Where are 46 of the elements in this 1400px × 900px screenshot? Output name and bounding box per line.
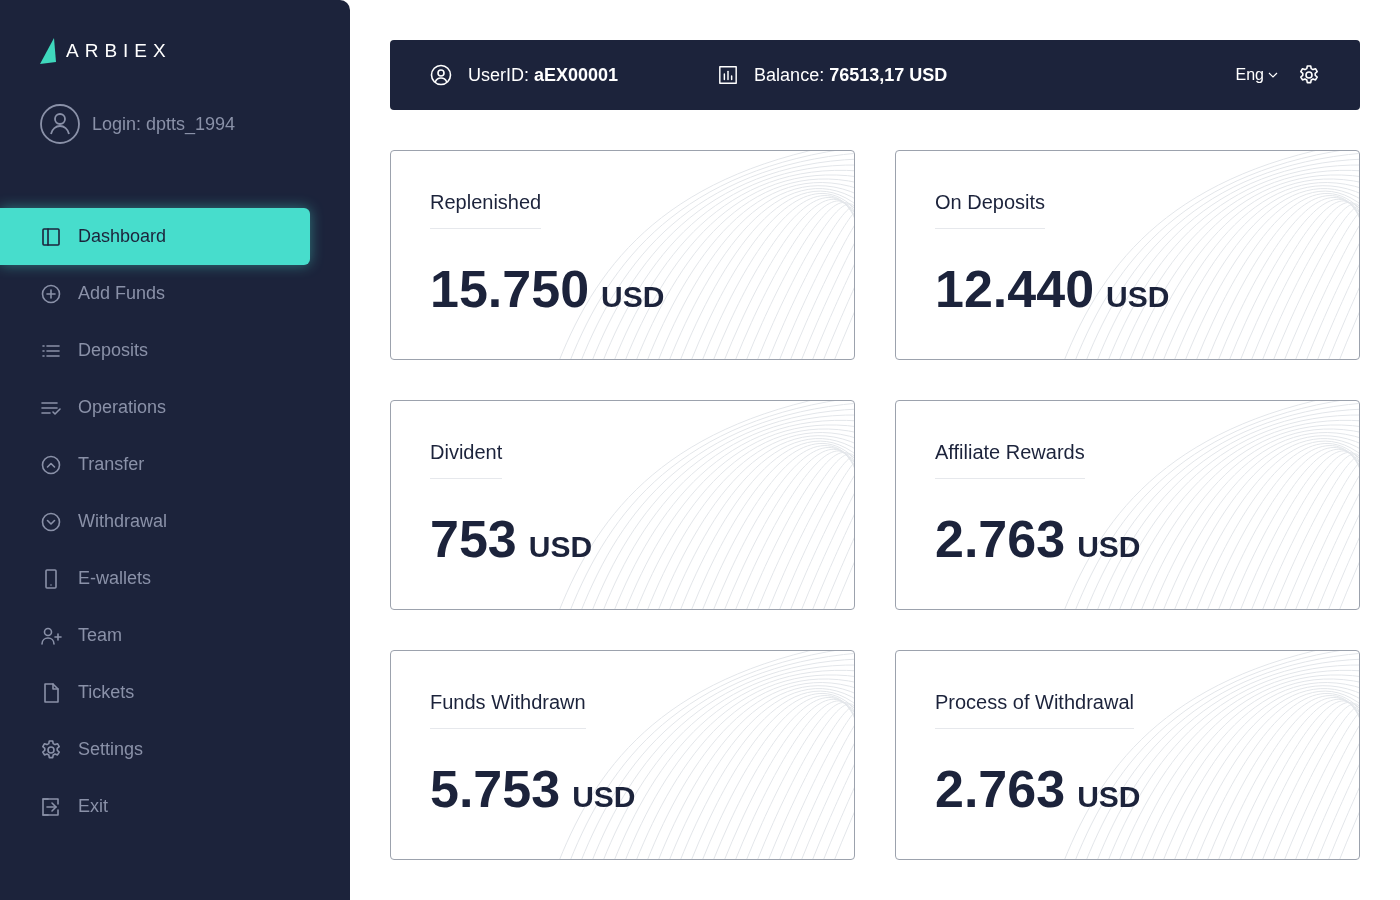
user-id-text: UserID: aEX00001 — [468, 64, 619, 86]
amount-value: 5.753 — [430, 759, 561, 819]
sidebar-item[interactable]: Add Funds — [0, 265, 310, 322]
card-title: Affiliate Rewards — [935, 441, 1085, 479]
sidebar-item[interactable]: Exit — [0, 778, 310, 835]
user-avatar-icon — [40, 104, 80, 144]
card-title: Replenished — [430, 191, 542, 229]
chevron-down-circle-icon — [40, 510, 62, 533]
panel-icon — [40, 225, 62, 248]
card-title: Divident — [430, 441, 503, 479]
logo-icon — [40, 38, 58, 64]
gear-icon — [40, 738, 62, 761]
sidebar-item[interactable]: Withdrawal — [0, 493, 310, 550]
chevron-up-circle-icon — [40, 453, 62, 476]
user-circle-icon — [430, 64, 452, 86]
amount-value: 753 — [430, 509, 517, 569]
sidebar-item[interactable]: E-wallets — [0, 550, 310, 607]
card-title: On Deposits — [935, 191, 1046, 229]
sidebar-item[interactable]: Deposits — [0, 322, 310, 379]
sidebar-item[interactable]: Transfer — [0, 436, 310, 493]
currency-label: USD — [1077, 780, 1141, 814]
plus-circle-icon — [40, 282, 62, 305]
card-title: Process of Withdrawal — [935, 691, 1134, 729]
currency-label: USD — [572, 780, 636, 814]
amount-value: 2.763 — [935, 509, 1066, 569]
currency-label: USD — [528, 530, 593, 564]
sidebar-item[interactable]: Settings — [0, 721, 310, 778]
language-dropdown[interactable]: Eng — [1235, 66, 1278, 84]
sidebar-item[interactable]: Dashboard — [0, 208, 310, 265]
caret-icon — [1268, 72, 1278, 78]
card-title: Funds Withdrawn — [430, 691, 586, 729]
sidebar-item[interactable]: Tickets — [0, 664, 310, 721]
amount-value: 15.750 — [430, 259, 590, 319]
amount-value: 12.440 — [935, 259, 1095, 319]
logo-text: ARBIEX — [66, 40, 172, 62]
balance-text: Balance: 76513,17 USD — [754, 64, 948, 86]
amount-value: 2.763 — [935, 759, 1066, 819]
currency-label: USD — [1077, 530, 1141, 564]
exit-icon — [40, 795, 62, 818]
login-label: Login: dptts_1994 — [92, 113, 236, 135]
sidebar-item[interactable]: Operations — [0, 379, 310, 436]
sidebar-item[interactable]: Team — [0, 607, 310, 664]
currency-label: USD — [1106, 280, 1170, 314]
bar-chart-icon — [718, 65, 739, 85]
currency-label: USD — [601, 280, 665, 314]
settings-icon[interactable] — [1298, 64, 1320, 86]
